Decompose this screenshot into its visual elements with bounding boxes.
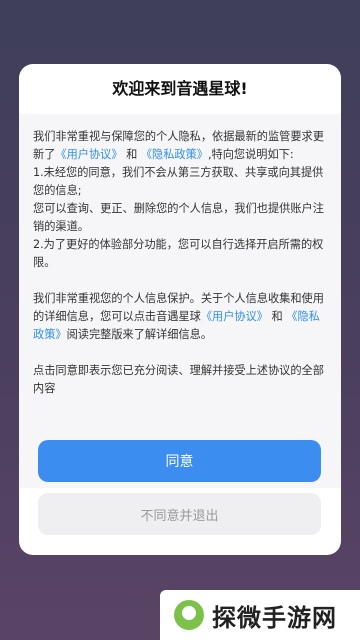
consent-paragraph: 点击同意即表示您已充分阅读、理解并接受上述协议的全部内容	[33, 364, 324, 395]
watermark-text: 探微手游网	[212, 603, 337, 632]
user-agreement-link[interactable]: 《用户协议》	[55, 148, 122, 161]
info-line-2: 您可以查询、更正、删除您的个人信息，我们也提供账户注销的渠道。	[33, 202, 324, 233]
info-line-3: 2.为了更好的体验部分功能，您可以自行选择开启所需的权限。	[33, 238, 324, 269]
info-line-1: 1.未经您的同意，我们不会从第三方获取、共享或向其提供您的信息;	[33, 166, 324, 197]
privacy-policy-link[interactable]: 《隐私政策》	[141, 148, 208, 161]
dialog-content: 我们非常重视与保障您的个人隐私，依据最新的监管要求更新了《用户协议》 和 《隐私…	[19, 114, 341, 488]
dialog-title: 欢迎来到音遇星球!	[112, 79, 248, 98]
privacy-dialog: 欢迎来到音遇星球! 我们非常重视与保障您的个人隐私，依据最新的监管要求更新了《用…	[19, 64, 341, 555]
intro-paragraph: 我们非常重视与保障您的个人隐私，依据最新的监管要求更新了《用户协议》 和 《隐私…	[33, 130, 324, 161]
details-paragraph: 我们非常重视您的个人信息保护。关于个人信息收集和使用的详细信息，您可以点击音遇星…	[33, 292, 324, 341]
watermark: 探微手游网	[160, 590, 360, 640]
user-agreement-link-2[interactable]: 《用户协议》	[201, 310, 268, 323]
leaf-logo-icon	[174, 600, 204, 630]
agree-button[interactable]: 同意	[38, 440, 321, 482]
disagree-exit-button[interactable]: 不同意并退出	[38, 493, 321, 535]
